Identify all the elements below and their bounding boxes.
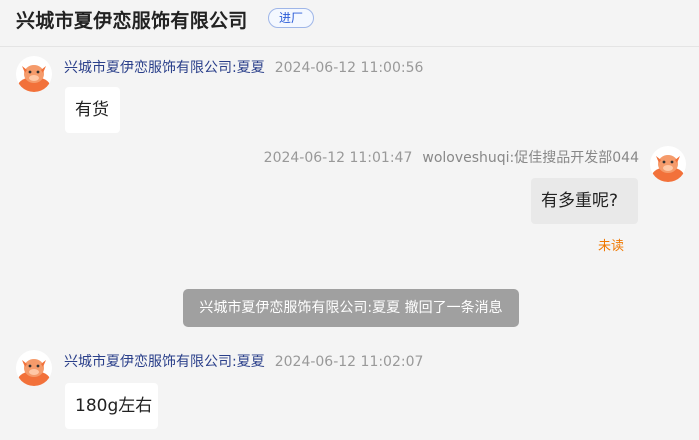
cow-avatar-icon[interactable] bbox=[16, 350, 52, 386]
sender-name[interactable]: 兴城市夏伊恋服饰有限公司:夏夏 bbox=[64, 60, 265, 76]
message-time: 2024-06-12 11:00:56 bbox=[274, 60, 424, 76]
recall-notice: 兴城市夏伊恋服饰有限公司:夏夏 撤回了一条消息 bbox=[183, 289, 519, 327]
message-bubble[interactable]: 180g左右 bbox=[65, 383, 158, 429]
message-time: 2024-06-12 11:02:07 bbox=[274, 354, 424, 370]
chat-title: 兴城市夏伊恋服饰有限公司 bbox=[16, 10, 248, 32]
enter-factory-button[interactable]: 进厂 bbox=[268, 8, 314, 28]
message-bubble[interactable]: 有多重呢? bbox=[531, 178, 638, 224]
message-bubble[interactable]: 有货 bbox=[65, 87, 120, 133]
unread-status: 未读 bbox=[598, 239, 625, 254]
sender-name[interactable]: woloveshuqi:促佳搜品开发部044 bbox=[422, 150, 639, 166]
cow-avatar-icon[interactable] bbox=[16, 56, 52, 92]
message-meta: 2024-06-12 11:01:47 woloveshuqi:促佳搜品开发部04… bbox=[264, 147, 639, 167]
message-time: 2024-06-12 11:01:47 bbox=[263, 150, 413, 166]
chat-header: 兴城市夏伊恋服饰有限公司 进厂 bbox=[0, 0, 699, 47]
message-meta: 兴城市夏伊恋服饰有限公司:夏夏 2024-06-12 11:02:07 bbox=[64, 351, 423, 371]
sender-name[interactable]: 兴城市夏伊恋服饰有限公司:夏夏 bbox=[64, 354, 265, 370]
cow-avatar-icon[interactable] bbox=[650, 146, 686, 182]
message-meta: 兴城市夏伊恋服饰有限公司:夏夏 2024-06-12 11:00:56 bbox=[64, 57, 423, 77]
